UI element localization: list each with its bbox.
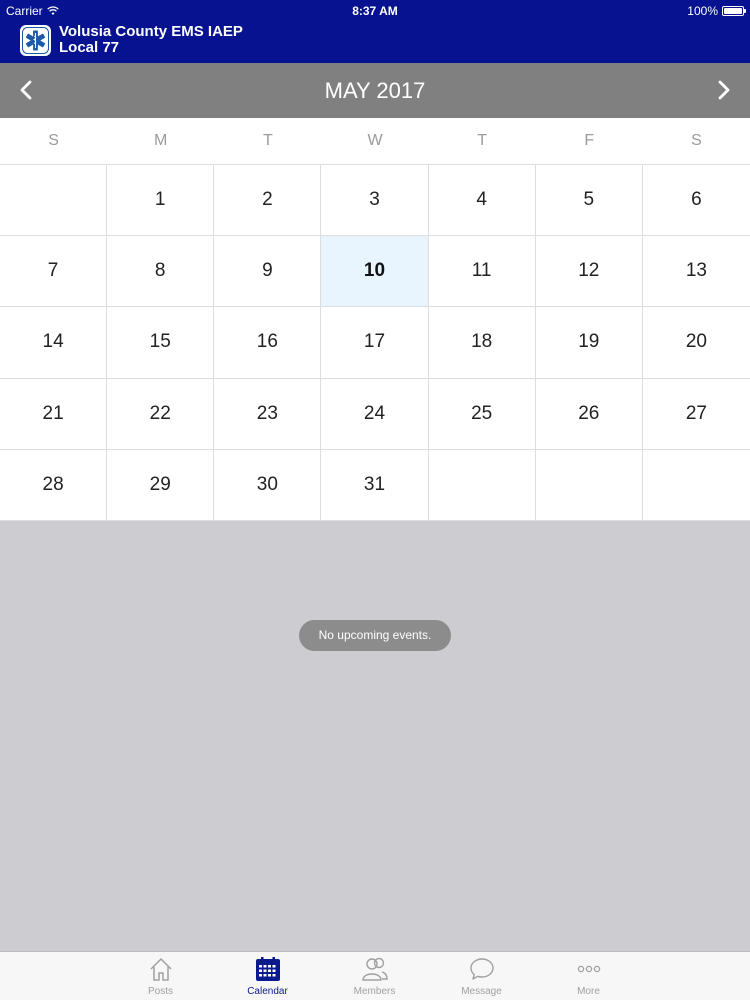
events-area: No upcoming events. — [0, 521, 750, 951]
calendar-day[interactable]: 6 — [642, 165, 750, 237]
calendar-day[interactable]: 11 — [428, 236, 536, 308]
no-events-message: No upcoming events. — [299, 620, 451, 651]
tab-more[interactable]: More — [535, 952, 642, 1000]
calendar-icon — [255, 957, 280, 981]
month-title: MAY 2017 — [324, 78, 426, 103]
calendar-day[interactable]: 27 — [642, 378, 750, 450]
calendar-day[interactable]: 19 — [535, 307, 643, 379]
empty-day-cell — [535, 449, 643, 521]
status-battery: 100% — [687, 4, 746, 18]
members-icon — [361, 957, 388, 981]
tab-label: Calendar — [247, 986, 288, 997]
weekday-label: S — [691, 132, 702, 149]
calendar-day[interactable]: 22 — [107, 378, 215, 450]
app-title-line2: Local 77 — [59, 39, 120, 56]
more-icon — [577, 965, 600, 973]
calendar-day[interactable]: 16 — [214, 307, 322, 379]
tab-message[interactable]: Message — [428, 952, 535, 1000]
weekday-header: SMTWTFS — [0, 118, 750, 164]
calendar-day[interactable]: 2 — [214, 165, 322, 237]
tab-label: Members — [353, 986, 396, 997]
app-root: Carrier 8:37 AM 100% Volusia County EMS … — [0, 0, 750, 1000]
calendar-day[interactable]: 29 — [107, 449, 215, 521]
tab-label: Posts — [147, 986, 173, 997]
battery-percent: 100% — [687, 4, 718, 18]
calendar-day[interactable]: 13 — [642, 236, 750, 308]
calendar-day[interactable]: 5 — [535, 165, 643, 237]
calendar-day[interactable]: 9 — [214, 236, 322, 308]
weekday-label: T — [262, 132, 273, 149]
calendar-day[interactable]: 24 — [321, 378, 429, 450]
calendar-day[interactable]: 1 — [107, 165, 215, 237]
previous-month-button[interactable] — [8, 72, 44, 108]
chevron-left-icon — [20, 80, 32, 100]
tab-label: Message — [461, 986, 502, 997]
tab-calendar[interactable]: Calendar — [214, 952, 321, 1000]
next-month-button[interactable] — [706, 72, 742, 108]
calendar-day[interactable]: 8 — [107, 236, 215, 308]
weekday-label: W — [367, 132, 383, 149]
status-time: 8:37 AM — [352, 4, 398, 18]
calendar-day[interactable]: 28 — [0, 449, 108, 521]
calendar-day[interactable]: 31 — [321, 449, 429, 521]
calendar-day[interactable]: 18 — [428, 307, 536, 379]
weekday-label: S — [48, 132, 59, 149]
app-title: Volusia County EMS IAEP Local 77 — [59, 24, 243, 56]
calendar-day[interactable]: 30 — [214, 449, 322, 521]
title-bar: Volusia County EMS IAEP Local 77 — [0, 22, 750, 62]
home-icon — [149, 958, 172, 981]
weekday-label: F — [584, 132, 595, 149]
weekday-label: T — [477, 132, 488, 149]
month-navigation: MAY 2017 — [0, 63, 750, 118]
empty-day-cell — [642, 449, 750, 521]
message-icon — [469, 958, 494, 980]
status-bar: Carrier 8:37 AM 100% — [0, 0, 750, 20]
tab-bar: Posts Calendar Members Message More — [0, 951, 750, 1000]
weekday-label: M — [154, 132, 168, 149]
battery-icon — [722, 6, 746, 16]
calendar-day[interactable]: 4 — [428, 165, 536, 237]
calendar-day[interactable]: 21 — [0, 378, 108, 450]
calendar-day[interactable]: 25 — [428, 378, 536, 450]
calendar-day[interactable]: 23 — [214, 378, 322, 450]
tab-posts[interactable]: Posts — [107, 952, 214, 1000]
empty-day-cell — [428, 449, 536, 521]
calendar-day[interactable]: 15 — [107, 307, 215, 379]
calendar-day[interactable]: 20 — [642, 307, 750, 379]
calendar-day[interactable]: 14 — [0, 307, 108, 379]
calendar-day[interactable]: 3 — [321, 165, 429, 237]
calendar-day-selected[interactable]: 10 — [321, 236, 429, 308]
calendar-day[interactable]: 7 — [0, 236, 108, 308]
tab-members[interactable]: Members — [321, 952, 428, 1000]
calendar-day[interactable]: 17 — [321, 307, 429, 379]
chevron-right-icon — [718, 80, 730, 100]
tab-label: More — [577, 986, 600, 997]
app-header: Carrier 8:37 AM 100% Volusia County EMS … — [0, 0, 750, 63]
empty-day-cell — [0, 165, 108, 237]
calendar-day[interactable]: 26 — [535, 378, 643, 450]
app-title-line1: Volusia County EMS IAEP — [59, 23, 243, 40]
star-of-life-logo-icon — [20, 25, 51, 56]
calendar-grid: 1 2 3 4 5 6 7 8 9 10 11 12 13 14 15 16 17 18 19 20 21 22 23 24 2… — [0, 164, 750, 521]
calendar-day[interactable]: 12 — [535, 236, 643, 308]
